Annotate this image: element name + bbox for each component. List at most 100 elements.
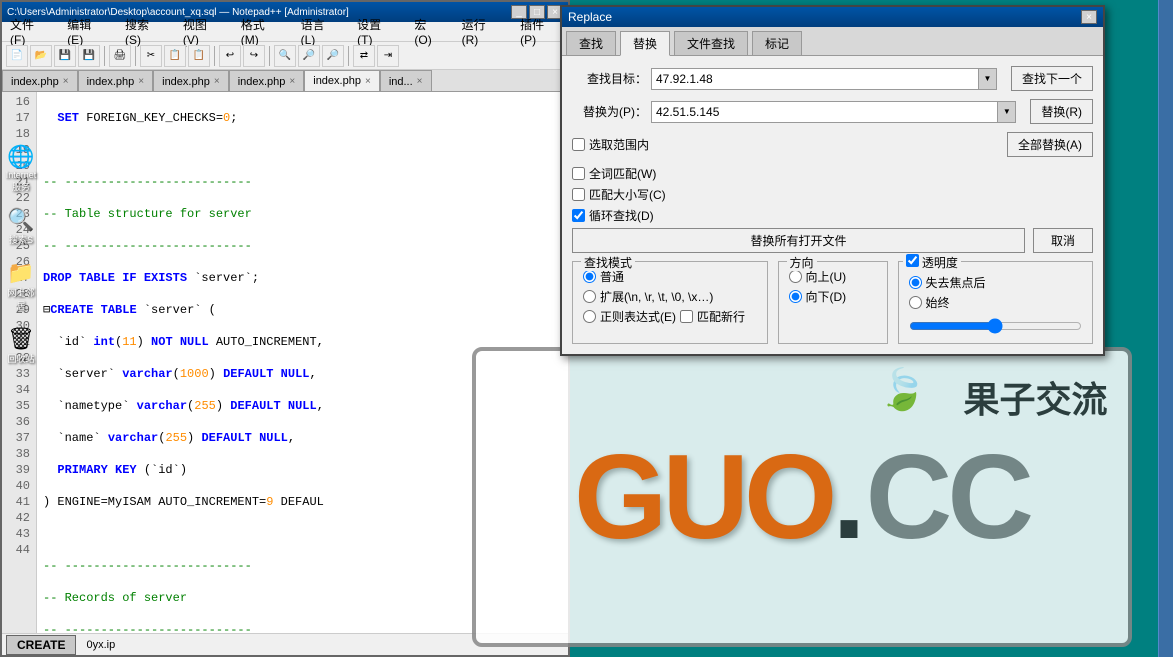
ln-16: 16 <box>6 94 32 110</box>
down-radio[interactable] <box>789 290 802 303</box>
loop-cb[interactable] <box>572 209 585 222</box>
tab-2[interactable]: index.php× <box>153 70 229 92</box>
paste-btn[interactable]: 📋 <box>188 45 210 67</box>
dialog-close-btn[interactable]: × <box>1081 10 1097 24</box>
code-line-19: -- Table structure for server <box>43 206 562 222</box>
menu-language[interactable]: 语言(L) <box>297 15 344 48</box>
tab-close-4[interactable]: × <box>365 76 371 87</box>
tab-4[interactable]: index.php× <box>304 70 380 92</box>
redo-btn[interactable]: ↪ <box>243 45 265 67</box>
up-radio[interactable] <box>789 270 802 283</box>
search-mode-title: 查找模式 <box>581 254 635 271</box>
match-case-cb[interactable] <box>572 188 585 201</box>
match-newline-cb[interactable] <box>680 310 693 323</box>
whole-word-cb[interactable] <box>572 167 585 180</box>
regex-radio[interactable] <box>583 310 596 323</box>
replace-all-btn[interactable]: 全部替换(A) <box>1007 132 1093 157</box>
always-radio[interactable] <box>909 296 922 309</box>
code-content[interactable]: SET FOREIGN_KEY_CHECKS=0; -- -----------… <box>37 92 568 639</box>
replace-btn[interactable]: 替换(R) <box>1030 99 1093 124</box>
replace-all-files-btn[interactable]: 替换所有打开文件 <box>572 228 1025 253</box>
code-line-18: -- -------------------------- <box>43 174 562 190</box>
logo-dot: . <box>832 428 865 566</box>
extended-radio-row: 扩展(\n, \r, \t, \0, \x…) <box>583 288 757 305</box>
tab-3[interactable]: index.php× <box>229 70 305 92</box>
dialog-tab-find[interactable]: 查找 <box>566 31 616 55</box>
btn-col-replace: 替换(R) <box>1030 99 1093 124</box>
menu-settings[interactable]: 设置(T) <box>353 15 400 48</box>
match-newline-label: 匹配新行 <box>697 308 745 325</box>
always-label: 始终 <box>926 294 950 311</box>
range-checkbox[interactable] <box>572 138 585 151</box>
transparency-slider[interactable] <box>909 318 1083 334</box>
menu-search[interactable]: 搜索(S) <box>121 15 169 48</box>
sidebar-recycle[interactable]: 🗑 回收站 <box>4 326 38 365</box>
dialog-tab-filefind[interactable]: 文件查找 <box>674 31 748 55</box>
lose-focus-radio[interactable] <box>909 276 922 289</box>
tab-close-3[interactable]: × <box>289 76 295 87</box>
normal-radio[interactable] <box>583 270 596 283</box>
wrap-btn[interactable]: ⇥ <box>377 45 399 67</box>
always-radio-row: 始终 <box>909 294 1083 311</box>
lose-focus-label: 失去焦点后 <box>926 274 986 291</box>
loop-label: 循环查找(D) <box>589 207 654 224</box>
zoom-out-btn[interactable]: 🔎 <box>322 45 344 67</box>
replace-dialog: Replace × 查找 替换 文件查找 标记 查找目标： ▼ 查找下一个 <box>560 5 1105 356</box>
undo-btn[interactable]: ↩ <box>219 45 241 67</box>
editor-area: 16 17 18 19 20 21 22 23 24 25 26 27 28 2… <box>2 92 568 639</box>
copy-btn[interactable]: 📋 <box>164 45 186 67</box>
tab-close-5[interactable]: × <box>417 76 423 87</box>
tab-1[interactable]: index.php× <box>78 70 154 92</box>
dialog-tab-replace[interactable]: 替换 <box>620 31 670 56</box>
find-label: 查找目标： <box>572 70 647 87</box>
replace-dropdown[interactable]: ▼ <box>998 101 1016 123</box>
new-btn[interactable]: 📄 <box>6 45 28 67</box>
extended-radio[interactable] <box>583 290 596 303</box>
watermark-inner: 🍃 GUO . CC 果子交流 <box>472 347 1132 647</box>
tab-close-2[interactable]: × <box>214 76 220 87</box>
cancel-btn[interactable]: 取消 <box>1033 228 1093 253</box>
open-btn[interactable]: 📂 <box>30 45 52 67</box>
transparency-cb[interactable] <box>906 254 919 267</box>
tab-5[interactable]: ind...× <box>380 70 432 92</box>
find-btn[interactable]: 🔍 <box>274 45 296 67</box>
position-text: 0yx.ip <box>86 639 115 651</box>
tab-close-1[interactable]: × <box>138 76 144 87</box>
sidebar-folder[interactable]: 📁 网上邻居 <box>4 260 38 312</box>
direction-title: 方向 <box>787 254 817 271</box>
cut-btn[interactable]: ✂ <box>140 45 162 67</box>
save-btn[interactable]: 💾 <box>54 45 76 67</box>
search-label: 搜索S <box>9 233 33 246</box>
menu-file[interactable]: 文件(F) <box>6 15 53 48</box>
btn-col-right: 查找下一个 <box>1011 66 1093 91</box>
dialog-tab-mark[interactable]: 标记 <box>752 31 802 55</box>
save-all-btn[interactable]: 💾 <box>78 45 100 67</box>
ln-17: 17 <box>6 110 32 126</box>
menu-macro[interactable]: 宏(O) <box>410 15 447 48</box>
regex-radio-row: 正则表达式(E) 匹配新行 <box>583 308 757 325</box>
menu-plugins[interactable]: 插件(P) <box>516 15 564 48</box>
menu-edit[interactable]: 编辑(E) <box>63 15 111 48</box>
tab-0[interactable]: index.php× <box>2 70 78 92</box>
search-icon: 🔍 <box>7 207 34 233</box>
sync-btn[interactable]: ⇄ <box>353 45 375 67</box>
menu-run[interactable]: 运行(R) <box>458 15 507 48</box>
replace-input[interactable] <box>651 101 998 123</box>
menu-format[interactable]: 格式(M) <box>237 15 287 48</box>
logo-cc: CC <box>866 428 1029 566</box>
find-next-btn[interactable]: 查找下一个 <box>1011 66 1093 91</box>
create-button[interactable]: CREATE <box>6 635 76 655</box>
find-input[interactable] <box>651 68 979 90</box>
print-btn[interactable]: 🖨 <box>109 45 131 67</box>
find-input-group: ▼ <box>651 68 997 90</box>
menu-view[interactable]: 视图(V) <box>179 15 227 48</box>
zoom-in-btn[interactable]: 🔎 <box>298 45 320 67</box>
menu-bar: 文件(F) 编辑(E) 搜索(S) 视图(V) 格式(M) 语言(L) 设置(T… <box>2 22 568 42</box>
down-radio-row: 向下(D) <box>789 288 877 305</box>
sidebar-internet[interactable]: 🌐 Internet服务 <box>4 144 38 193</box>
tab-close-0[interactable]: × <box>63 76 69 87</box>
sidebar-search[interactable]: 🔍 搜索S <box>4 207 38 246</box>
find-dropdown[interactable]: ▼ <box>979 68 997 90</box>
sep3 <box>214 46 215 66</box>
match-case-label: 匹配大小写(C) <box>589 186 666 203</box>
